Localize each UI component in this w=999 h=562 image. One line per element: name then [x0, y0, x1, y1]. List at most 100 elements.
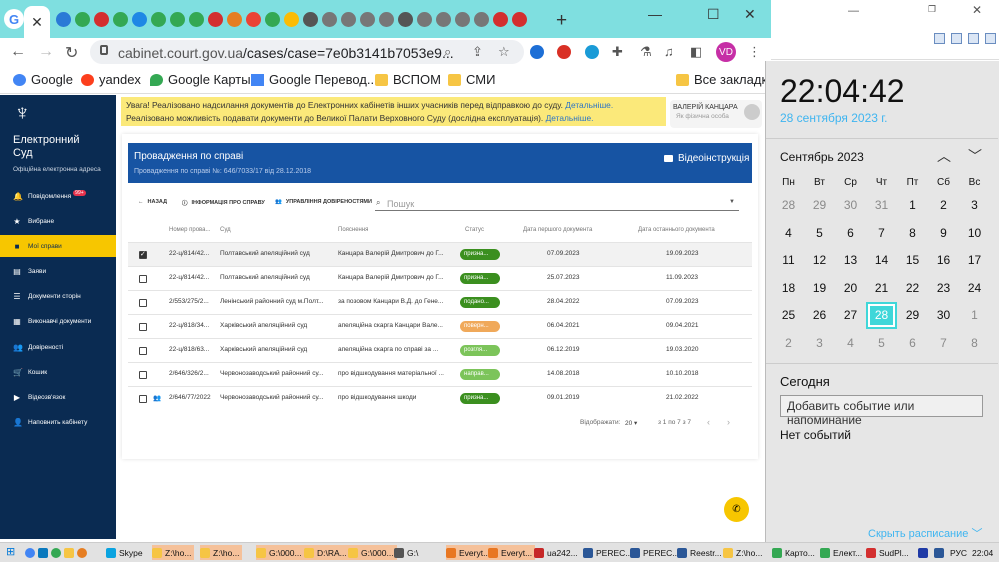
rows-per-page-select[interactable]: 20 ▾	[625, 419, 637, 427]
tab-favicon-icon[interactable]	[455, 12, 470, 27]
calendar-day[interactable]: 3	[959, 192, 990, 219]
back-button[interactable]: ← НАЗАД	[138, 199, 167, 205]
taskbar-item[interactable]: Reestr...	[677, 545, 725, 560]
bookmark-folder-vspom[interactable]: ВСПОМ	[375, 72, 441, 87]
tab-favicon-icon[interactable]	[151, 12, 166, 27]
table-row[interactable]: 22-ц/814/42... Полтавський апеляційний су…	[128, 242, 752, 266]
header-last-date[interactable]: Дата останнього документа	[638, 227, 715, 233]
calendar-day[interactable]: 31	[866, 192, 897, 219]
calendar-day[interactable]: 30	[928, 302, 959, 329]
calendar-day[interactable]: 2	[773, 330, 804, 357]
calendar-day[interactable]: 2	[928, 192, 959, 219]
next-page-icon[interactable]: ›	[727, 417, 730, 427]
reload-icon[interactable]: ↻	[65, 43, 78, 63]
tab-favicon-icon[interactable]	[227, 12, 242, 27]
view-icon[interactable]	[934, 33, 945, 44]
minimize-icon[interactable]: —	[848, 5, 859, 17]
table-row[interactable]: 2/646/326/2... Червонозаводський районний…	[128, 362, 752, 386]
taskbar-clock[interactable]: 22:04	[972, 545, 993, 560]
profile-avatar[interactable]: VD	[716, 42, 736, 62]
chevron-up-icon[interactable]: ︿	[937, 146, 951, 166]
calendar-day[interactable]: 6	[897, 330, 928, 357]
minimize-icon[interactable]: —	[648, 6, 662, 22]
header-number[interactable]: Номер прова...	[169, 227, 211, 233]
bookmark-folder-smi[interactable]: СМИ	[448, 72, 495, 87]
calendar-day[interactable]: 19	[804, 275, 835, 302]
media-icon[interactable]: ♫	[664, 44, 674, 59]
extensions-puzzle-icon[interactable]: ✚	[612, 44, 623, 60]
bookmark-google-maps[interactable]: Google Карты	[150, 72, 251, 87]
calendar-day[interactable]: 28	[773, 192, 804, 219]
calendar-day[interactable]: 23	[928, 275, 959, 302]
header-description[interactable]: Пояснення	[338, 227, 368, 233]
row-checkbox[interactable]	[139, 299, 147, 307]
sidebar-item[interactable]: ▶ Відеозв'язок	[0, 386, 116, 408]
hide-schedule-link[interactable]: Скрыть расписание ﹀	[868, 525, 982, 541]
calendar-day[interactable]: 25	[773, 302, 804, 329]
forward-icon[interactable]: →	[38, 43, 54, 61]
row-checkbox[interactable]	[139, 395, 147, 403]
taskbar-item[interactable]: Елект...	[820, 545, 865, 560]
table-row[interactable]: 22-ц/818/34... Харківський апеляційний су…	[128, 314, 752, 338]
manage-proxies-button[interactable]: 👥 УПРАВЛІННЯ ДОВІРЕНОСТЯМИ	[275, 199, 372, 205]
header-court[interactable]: Суд	[220, 227, 231, 233]
taskbar-item[interactable]: D:\RA...	[304, 545, 350, 560]
table-row[interactable]: 👥 2/646/77/2022 Червонозаводський районний…	[128, 386, 752, 410]
calendar-month[interactable]: Сентябрь 2023	[780, 150, 864, 164]
taskbar-item[interactable]: Карто...	[772, 545, 818, 560]
tab-favicon-icon[interactable]	[436, 12, 451, 27]
side-panel-icon[interactable]: ◧	[690, 44, 702, 60]
calendar-day[interactable]: 22	[897, 275, 928, 302]
calendar-day[interactable]: 4	[835, 330, 866, 357]
tab-favicon-icon[interactable]	[322, 12, 337, 27]
taskbar-item[interactable]: G:\	[394, 545, 421, 560]
calendar-day[interactable]: 10	[959, 220, 990, 247]
calendar-day[interactable]: 5	[804, 220, 835, 247]
zoom-search-icon[interactable]: ⌕	[444, 44, 451, 60]
case-info-button[interactable]: ⓘ ІНФОРМАЦІЯ ПРО СПРАВУ	[182, 199, 265, 207]
calendar-day[interactable]: 7	[866, 220, 897, 247]
tab-favicon-icon[interactable]	[265, 12, 280, 27]
calendar-day[interactable]: 16	[928, 247, 959, 274]
calendar-day[interactable]: 12	[804, 247, 835, 274]
tab-favicon-icon[interactable]	[360, 12, 375, 27]
calendar-day[interactable]: 14	[866, 247, 897, 274]
close-icon[interactable]: ✕	[972, 3, 982, 17]
tab-favicon-icon[interactable]	[474, 12, 489, 27]
windows-start-icon[interactable]: ⊞	[6, 545, 15, 558]
tab-favicon-icon[interactable]	[417, 12, 432, 27]
url-text[interactable]: cabinet.court.gov.ua/cases/case=7e0b3141…	[118, 45, 454, 61]
view-icon[interactable]	[985, 33, 996, 44]
taskbar-item[interactable]: Z:\ho...	[723, 545, 765, 560]
calendar-day[interactable]: 29	[804, 192, 835, 219]
prev-page-icon[interactable]: ‹	[707, 417, 710, 427]
bookmark-google[interactable]: Google	[13, 72, 73, 87]
taskbar-item[interactable]: Everyt...	[446, 545, 494, 560]
restore-icon[interactable]: ❐	[928, 4, 936, 15]
taskbar-item[interactable]: G:\000...	[256, 545, 305, 560]
tab-favicon-icon[interactable]	[75, 12, 90, 27]
chrome-app-icon[interactable]: G	[4, 9, 24, 29]
tab-favicon-icon[interactable]	[113, 12, 128, 27]
search-input[interactable]	[375, 196, 739, 211]
calendar-day[interactable]: 3	[804, 330, 835, 357]
bookmark-star-icon[interactable]: ☆	[498, 44, 510, 60]
tab-favicon-icon[interactable]	[94, 12, 109, 27]
sidebar-item[interactable]: ★ Вибране	[0, 210, 116, 232]
notice-link1[interactable]: Детальніше.	[565, 100, 613, 110]
menu-icon[interactable]: ⋮	[748, 44, 761, 60]
chevron-down-icon[interactable]: ▼	[729, 199, 735, 205]
taskbar-item[interactable]: ua242...	[534, 545, 581, 560]
add-event-input[interactable]: Добавить событие или напоминание	[780, 395, 983, 427]
header-first-date[interactable]: Дата першого документа	[523, 227, 592, 233]
phone-call-button[interactable]: ✆	[724, 497, 749, 522]
calendar-day[interactable]: 29	[897, 302, 928, 329]
sidebar-item[interactable]: ▤ Заяви	[0, 260, 116, 282]
sidebar-item[interactable]: 🔔 Повідомлення 99+	[0, 185, 116, 207]
calendar-day[interactable]: 8	[897, 220, 928, 247]
maximize-icon[interactable]: ☐	[707, 6, 720, 23]
tab-favicon-icon[interactable]	[246, 12, 261, 27]
tab-favicon-icon[interactable]	[398, 12, 413, 27]
tab-favicon-icon[interactable]	[303, 12, 318, 27]
calendar-day[interactable]: 21	[866, 275, 897, 302]
